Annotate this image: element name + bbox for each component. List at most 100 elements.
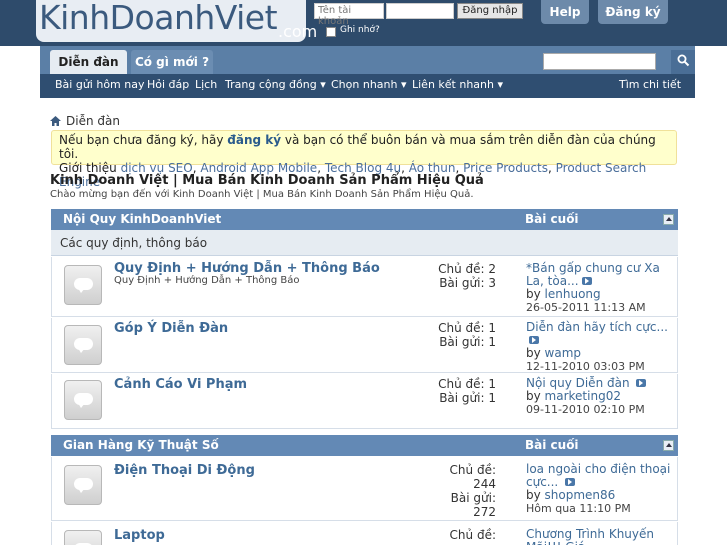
last-post-user[interactable]: marketing02	[545, 389, 621, 403]
remember-checkbox[interactable]	[326, 27, 336, 37]
collapse-icon[interactable]	[663, 440, 674, 451]
last-post-title[interactable]: Chương Trình Khuyến Mãi!!! Giá...	[526, 528, 676, 545]
subnav-community-label: Trang cộng đồng	[225, 78, 317, 91]
last-post-user[interactable]: wamp	[545, 346, 581, 360]
threads-label: Chủ đề:	[449, 463, 496, 477]
tab-forum[interactable]: Diễn đàn	[50, 50, 127, 74]
forum-title[interactable]: Góp Ý Diễn Đàn	[114, 321, 228, 336]
last-post-time: 11:13 AM	[593, 301, 646, 314]
last-post-title-text[interactable]: loa ngoài cho điện thoại cực...	[526, 462, 670, 489]
posts-count: Bài gửi: 3	[376, 276, 496, 290]
last-post-title[interactable]: *Bán gấp chung cư Xa La, tòa...	[526, 262, 676, 288]
posts-value: 1	[488, 335, 496, 349]
forum-title[interactable]: Cảnh Cáo Vi Phạm	[114, 377, 247, 392]
breadcrumb: Diễn đàn	[50, 114, 120, 128]
last-post-title-text[interactable]: *Bán gấp chung cư Xa La, tòa...	[526, 261, 660, 288]
go-to-post-icon[interactable]	[529, 336, 539, 344]
last-post-time: 11:10 PM	[579, 502, 631, 515]
threads-label: Chủ đề:	[438, 377, 485, 391]
category-description: Các quy định, thông báo	[51, 230, 678, 256]
threads-value: 2	[488, 262, 496, 276]
last-post-title[interactable]: Diễn đàn hãy tích cực...	[526, 321, 676, 347]
subnav-quick-links-label: Liên kết nhanh	[412, 78, 494, 91]
notice-line-1: Nếu bạn chưa đăng ký, hãy đăng ký và bạn…	[59, 133, 669, 161]
password-input[interactable]	[386, 3, 454, 19]
forum-status-icon	[64, 530, 102, 545]
forum-stats: Chủ đề: 2 Bài gửi: 3	[376, 262, 496, 290]
forum-status-icon	[64, 380, 102, 420]
posts-value: 3	[488, 276, 496, 290]
subnav-community-menu[interactable]: Trang cộng đồng ▾	[225, 78, 326, 91]
last-post-title[interactable]: loa ngoài cho điện thoại cực...	[526, 463, 676, 489]
posts-label: Bài gửi:	[450, 491, 496, 505]
forum-stats: Chủ đề: 244 Bài gửi: 272	[376, 463, 496, 519]
page-title: Kinh Doanh Việt | Mua Bán Kinh Doanh Sản…	[50, 173, 484, 188]
chevron-down-icon: ▾	[320, 78, 326, 91]
last-post: *Bán gấp chung cư Xa La, tòa... by lenhu…	[526, 262, 676, 315]
subnav-calendar[interactable]: Lịch	[195, 78, 217, 91]
magnifier-icon	[677, 54, 689, 67]
forum-title[interactable]: Quy Định + Hướng Dẫn + Thông Báo	[114, 261, 380, 276]
guest-notice: Nếu bạn chưa đăng ký, hãy đăng ký và bạn…	[51, 130, 677, 189]
register-button[interactable]: Đăng ký	[598, 0, 668, 24]
tab-whats-new[interactable]: Có gì mới ?	[131, 50, 213, 74]
search-input[interactable]	[543, 53, 656, 70]
login-button[interactable]: Đăng nhập	[457, 3, 523, 19]
site-header: KinhDoanhViet .com Tên tài khoản Đăng nh…	[0, 0, 727, 46]
last-post-time: 02:10 PM	[593, 403, 645, 416]
forum-row: Điện Thoại Di Động Chủ đề: 244 Bài gửi: …	[51, 457, 678, 521]
go-to-post-icon[interactable]	[565, 478, 576, 486]
home-icon[interactable]	[50, 116, 61, 126]
posts-count: Bài gửi: 1	[376, 391, 496, 405]
forum-stats: Chủ đề: 1 Bài gửi: 1	[376, 321, 496, 349]
last-post-column-label: Bài cuối	[525, 212, 579, 226]
go-to-post-icon[interactable]	[581, 277, 592, 285]
chevron-down-icon: ▾	[400, 78, 407, 91]
go-to-post-icon[interactable]	[636, 379, 647, 387]
last-post-column-label: Bài cuối	[525, 438, 579, 452]
category-title[interactable]: Gian Hàng Kỹ Thuật Số	[63, 435, 219, 456]
forum-subtitle: Quy Định + Hướng Dẫn + Thông Báo	[114, 275, 300, 286]
posts-label: Bài gửi:	[439, 391, 485, 405]
threads-label: Chủ đề:	[438, 262, 485, 276]
notice-register-link[interactable]: đăng ký	[227, 133, 281, 147]
subnav-faq[interactable]: Hỏi đáp	[147, 78, 189, 91]
last-post-title-text[interactable]: Diễn đàn hãy tích cực...	[526, 320, 668, 334]
posts-value: 1	[488, 391, 496, 405]
by-label: by	[526, 346, 541, 360]
chevron-down-icon: ▾	[497, 78, 504, 91]
category-header: Nội Quy KinhDoanhViet Bài cuối	[51, 209, 678, 230]
threads-label: Chủ đề:	[449, 528, 496, 542]
subnav-quick-links-menu[interactable]: Chọn nhanh ▾	[331, 78, 407, 91]
forum-title[interactable]: Laptop	[114, 528, 165, 543]
collapse-icon[interactable]	[663, 214, 674, 225]
subnav-quick-select-label: Chọn nhanh	[331, 78, 398, 91]
username-input[interactable]: Tên tài khoản	[314, 3, 384, 27]
posts-count: Bài gửi: 1	[376, 335, 496, 349]
subnav-today-posts[interactable]: Bài gửi hôm nay	[55, 78, 144, 91]
last-post-user[interactable]: shopmen86	[545, 488, 616, 502]
forum-title[interactable]: Điện Thoại Di Động	[114, 463, 255, 478]
by-label: by	[526, 287, 541, 301]
threads-label: Chủ đề:	[438, 321, 485, 335]
posts-label: Bài gửi:	[439, 335, 485, 349]
category-title[interactable]: Nội Quy KinhDoanhViet	[63, 209, 221, 230]
last-post-time: 03:03 PM	[593, 360, 645, 373]
subnav-quick-links2-menu[interactable]: Liên kết nhanh ▾	[412, 78, 503, 91]
last-post: Diễn đàn hãy tích cực... by wamp 12-11-2…	[526, 321, 676, 374]
forum-stats: Chủ đề: 1 Bài gửi: 1	[376, 377, 496, 405]
advanced-search-link[interactable]: Tìm chi tiết	[619, 78, 681, 91]
last-post: Chương Trình Khuyến Mãi!!! Giá...	[526, 528, 676, 545]
site-logo[interactable]: KinhDoanhViet	[39, 0, 278, 37]
last-post: Nội quy Diễn đàn by marketing02 09-11-20…	[526, 377, 676, 416]
last-post-date: 12-11-2010	[526, 360, 590, 373]
help-button[interactable]: Help	[541, 0, 589, 24]
threads-value: 1	[488, 377, 496, 391]
threads-value: 244	[473, 477, 496, 491]
last-post-title-text[interactable]: Nội quy Diễn đàn	[526, 376, 630, 390]
last-post: loa ngoài cho điện thoại cực... by shopm…	[526, 463, 676, 516]
threads-count: Chủ đề: 1	[376, 377, 496, 391]
last-post-user[interactable]: lenhuong	[545, 287, 601, 301]
forum-row: Laptop Chủ đề: Chương Trình Khuyến Mãi!!…	[51, 522, 678, 545]
search-button[interactable]	[671, 50, 695, 74]
